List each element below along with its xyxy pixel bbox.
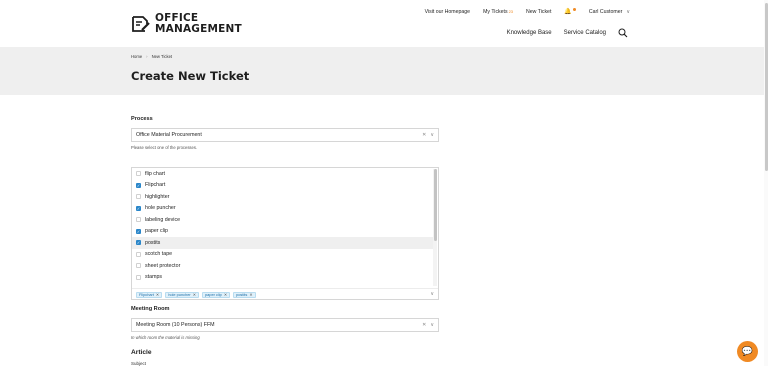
clear-icon[interactable]: ✕ [422,132,426,138]
search-icon[interactable] [618,28,628,38]
meeting-room-select[interactable]: Meeting Room (10 Persons) FFM ✕ ∨ [131,318,439,332]
my-tickets-label: My Tickets [483,8,508,15]
material-option-label: sheet protector [145,262,181,269]
material-option[interactable]: highlighter [132,191,434,203]
page-title: Create New Ticket [131,69,250,83]
selected-tag-label: paper clip [204,291,222,297]
selected-tags: Flipchart ✕ hole puncher ✕ paper clip ✕ postit… [132,288,438,300]
material-option[interactable]: ✓ Flipchart [132,180,434,192]
checkbox-icon[interactable] [136,217,141,223]
chevron-down-icon[interactable]: ∨ [430,132,434,138]
chevron-down-icon[interactable]: ∨ [430,322,434,328]
material-option-label: postits [145,239,161,246]
material-option[interactable]: ✓ paper clip [132,226,434,238]
checkbox-checked-icon[interactable]: ✓ [136,205,141,211]
material-option-label: Flipchart [145,182,166,189]
process-help: Please select one of the processes. [131,145,198,150]
knowledge-base-link[interactable]: Knowledge Base [507,30,552,36]
main-nav: Knowledge Base Service Catalog [495,28,628,38]
notifications-bell-icon[interactable]: 🔔 [564,8,576,15]
subject-label: Subject [131,361,147,366]
material-option-label: stamps [145,274,163,281]
page-scrollbar[interactable] [764,0,768,366]
service-catalog-link[interactable]: Service Catalog [564,30,606,36]
page-banner [0,47,764,95]
breadcrumb-home[interactable]: Home [131,54,142,59]
remove-tag-icon[interactable]: ✕ [156,292,159,298]
checkbox-icon[interactable] [136,274,141,280]
selected-tag: Flipchart ✕ [136,291,163,298]
material-option-label: labeling device [145,216,181,223]
meeting-room-value: Meeting Room (10 Persons) FFM [136,322,215,328]
chat-icon: 💬 [741,346,754,356]
checkbox-icon[interactable] [136,263,141,269]
materials-multiselect[interactable]: flip chart ✓ Flipchart highlighter ✓ hole pun… [131,167,439,300]
logo-icon [132,16,150,32]
breadcrumb-current: New Ticket [151,54,173,59]
checkbox-checked-icon[interactable]: ✓ [136,182,141,188]
breadcrumb-separator-icon: › [146,54,148,59]
breadcrumb: Home › New Ticket [131,54,172,59]
logo-line-2: MANAGEMENT [155,23,242,35]
remove-tag-icon[interactable]: ✕ [249,292,252,298]
user-name: Carl Customer [588,8,623,15]
logo[interactable]: OFFICE MANAGEMENT [131,13,242,35]
my-tickets-badge: 23 [508,8,514,14]
checkbox-icon[interactable] [136,251,141,257]
page-scroll-thumb[interactable] [764,3,768,171]
chevron-down-icon[interactable]: ∨ [430,291,434,297]
material-option[interactable]: scotch tape [132,249,434,261]
material-option[interactable]: labeling device [132,214,434,226]
selected-tag: postits ✕ [233,291,256,298]
material-option-label: paper clip [145,228,168,235]
materials-list: flip chart ✓ Flipchart highlighter ✓ hole pun… [132,168,434,287]
remove-tag-icon[interactable]: ✕ [193,292,196,298]
checkbox-checked-icon[interactable]: ✓ [136,240,141,246]
homepage-link[interactable]: Visit our Homepage [425,9,470,15]
material-option-label: hole puncher [145,205,176,212]
selected-tag-label: hole puncher [168,291,191,297]
material-option-label: highlighter [145,193,170,200]
selected-tag-label: postits [236,291,248,297]
material-option[interactable]: ✓ postits [132,237,434,249]
process-value: Office Material Procurement [136,132,202,138]
checkbox-icon[interactable] [136,171,141,177]
selected-tag-label: Flipchart [139,291,154,297]
header: OFFICE MANAGEMENT Visit our Homepage My … [0,0,764,47]
material-option[interactable]: sheet protector [132,260,434,272]
article-heading: Article [131,349,152,356]
selected-tag: hole puncher ✕ [165,291,199,298]
new-ticket-link[interactable]: New Ticket [526,9,551,15]
chevron-down-icon: ∨ [626,8,630,15]
process-select[interactable]: Office Material Procurement ✕ ∨ [131,128,439,142]
process-label: Process [131,116,153,122]
material-option-label: flip chart [145,170,166,177]
top-nav: Visit our Homepage My Tickets23 New Tick… [412,8,630,15]
list-scroll-thumb[interactable] [433,169,437,241]
material-option-label: scotch tape [145,251,173,258]
clear-icon[interactable]: ✕ [422,322,426,328]
meeting-room-label: Meeting Room [131,306,170,312]
notification-dot [572,8,576,11]
meeting-room-help: In which room the material is missing [131,335,200,340]
user-menu[interactable]: Carl Customer ∨ [589,9,630,15]
material-option[interactable]: ✓ hole puncher [132,203,434,215]
chat-button[interactable]: 💬 [737,341,758,362]
logo-text: OFFICE MANAGEMENT [155,13,242,35]
list-scrollbar[interactable] [433,169,437,286]
checkbox-checked-icon[interactable]: ✓ [136,228,141,234]
my-tickets-link[interactable]: My Tickets23 [483,9,513,15]
material-option[interactable]: flip chart [132,168,434,180]
remove-tag-icon[interactable]: ✕ [224,292,227,298]
material-option[interactable]: stamps [132,272,434,284]
selected-tag: paper clip ✕ [201,291,231,298]
checkbox-icon[interactable] [136,194,141,200]
